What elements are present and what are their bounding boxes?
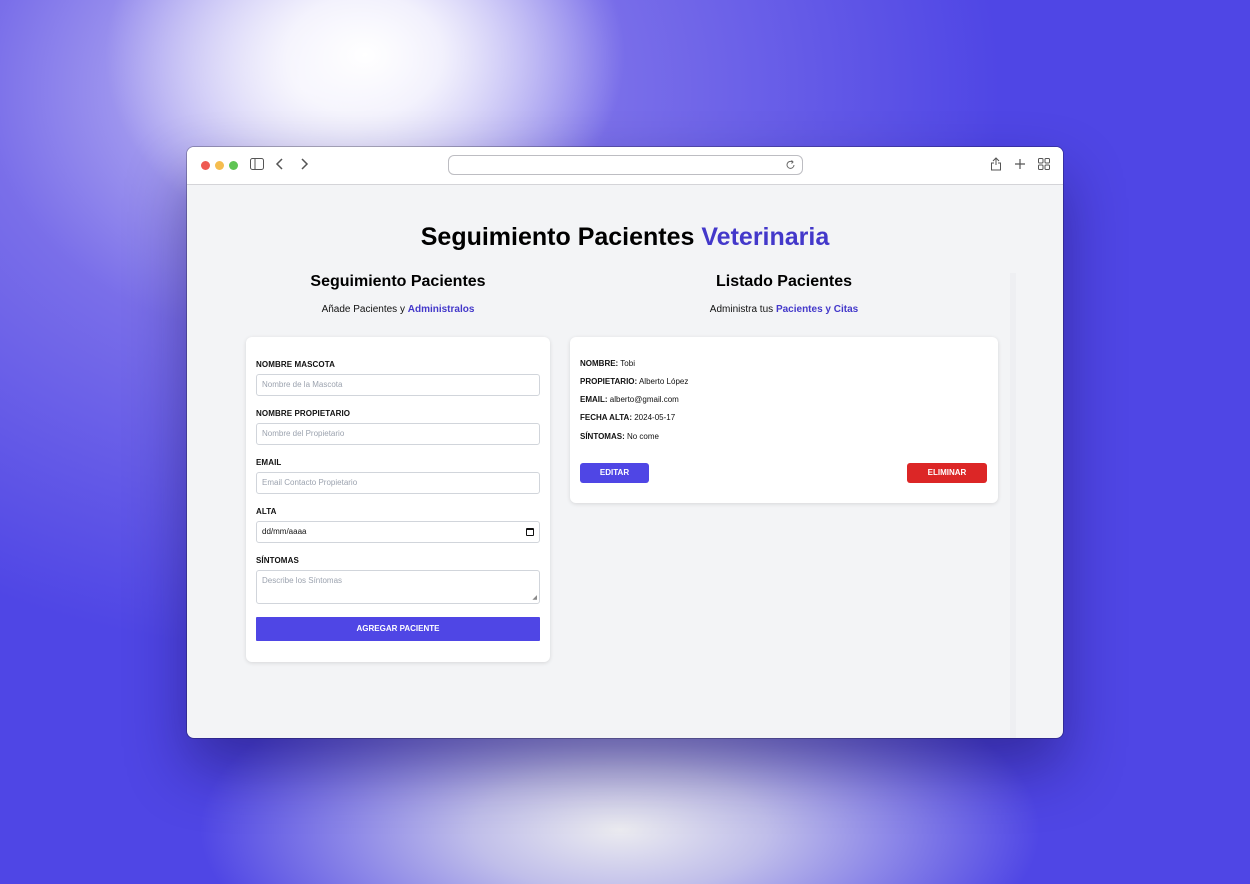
form-sub-accent: Administralos [407, 304, 475, 315]
browser-window: Seguimiento Pacientes Veterinaria Seguim… [187, 147, 1063, 738]
patient-symptoms-value: No come [626, 432, 659, 441]
symptoms-textarea[interactable]: Describe los Síntomas ◢ [256, 570, 540, 604]
patient-symptoms-key: SÍNTOMAS: [580, 432, 625, 441]
patient-name-key: NOMBRE: [580, 359, 619, 368]
page-title: Seguimiento Pacientes Veterinaria [187, 223, 1063, 252]
form-heading: Seguimiento Pacientes [310, 273, 486, 290]
title-text: Seguimiento Pacientes [420, 223, 695, 251]
symptoms-label: SÍNTOMAS [256, 556, 299, 565]
owner-name-label: NOMBRE PROPIETARIO [256, 409, 351, 418]
forward-icon[interactable] [297, 157, 311, 173]
minimize-window-button[interactable] [215, 161, 224, 170]
patient-date-value: 2024-05-17 [634, 413, 676, 422]
back-icon[interactable] [273, 157, 287, 173]
list-subheading: Administra tus Pacientes y Citas [570, 304, 998, 315]
new-tab-icon[interactable] [1013, 157, 1027, 173]
patient-name-value: Tobi [620, 359, 635, 368]
page-content: Seguimiento Pacientes Veterinaria Seguim… [187, 185, 1063, 738]
form-sub-text: Añade Pacientes y [321, 304, 405, 315]
patient-date-row: FECHA ALTA: 2024-05-17 [580, 413, 675, 422]
delete-button[interactable]: ELIMINAR [907, 463, 987, 483]
patient-owner-row: PROPIETARIO: Alberto López [580, 377, 688, 386]
list-sub-accent: Pacientes y Citas [775, 304, 859, 315]
scrollbar[interactable] [1010, 273, 1016, 738]
alta-date-input[interactable]: dd/mm/aaaa [256, 521, 540, 543]
patient-date-key: FECHA ALTA: [580, 413, 632, 422]
form-subheading: Añade Pacientes y Administralos [246, 304, 550, 315]
patient-name-row: NOMBRE: Tobi [580, 359, 635, 368]
maximize-window-button[interactable] [229, 161, 238, 170]
browser-toolbar [187, 147, 1063, 185]
symptoms-placeholder: Describe los Síntomas [262, 576, 343, 585]
email-input[interactable]: Email Contacto Propietario [256, 472, 540, 494]
calendar-icon[interactable] [526, 528, 534, 536]
owner-name-input[interactable]: Nombre del Propietario [256, 423, 540, 445]
patient-form: NOMBRE MASCOTA Nombre de la Mascota NOMB… [246, 337, 550, 662]
list-sub-text: Administra tus [709, 304, 774, 315]
edit-button[interactable]: EDITAR [580, 463, 649, 483]
patient-card: NOMBRE: Tobi PROPIETARIO: Alberto López … [570, 337, 998, 503]
alta-label: ALTA [256, 507, 277, 516]
tab-overview-icon[interactable] [1037, 157, 1051, 173]
patient-owner-value: Alberto López [638, 377, 689, 386]
resize-handle-icon[interactable]: ◢ [532, 595, 537, 601]
patient-symptoms-row: SÍNTOMAS: No come [580, 432, 659, 441]
close-window-button[interactable] [201, 161, 210, 170]
email-label: EMAIL [256, 458, 282, 467]
reload-icon[interactable] [786, 158, 798, 172]
patient-owner-key: PROPIETARIO: [580, 377, 638, 386]
patient-email-row: EMAIL: alberto@gmail.com [580, 395, 679, 404]
add-patient-button[interactable]: AGREGAR PACIENTE [256, 617, 540, 641]
title-accent: Veterinaria [701, 223, 830, 251]
list-heading: Listado Pacientes [715, 273, 853, 290]
share-icon[interactable] [989, 157, 1003, 173]
alta-date-value: dd/mm/aaaa [262, 527, 307, 536]
pet-name-input[interactable]: Nombre de la Mascota [256, 374, 540, 396]
patient-email-key: EMAIL: [580, 395, 608, 404]
address-bar[interactable] [448, 155, 803, 175]
pet-name-label: NOMBRE MASCOTA [256, 360, 336, 369]
sidebar-toggle-icon[interactable] [250, 157, 264, 173]
patient-email-value: alberto@gmail.com [609, 395, 679, 404]
